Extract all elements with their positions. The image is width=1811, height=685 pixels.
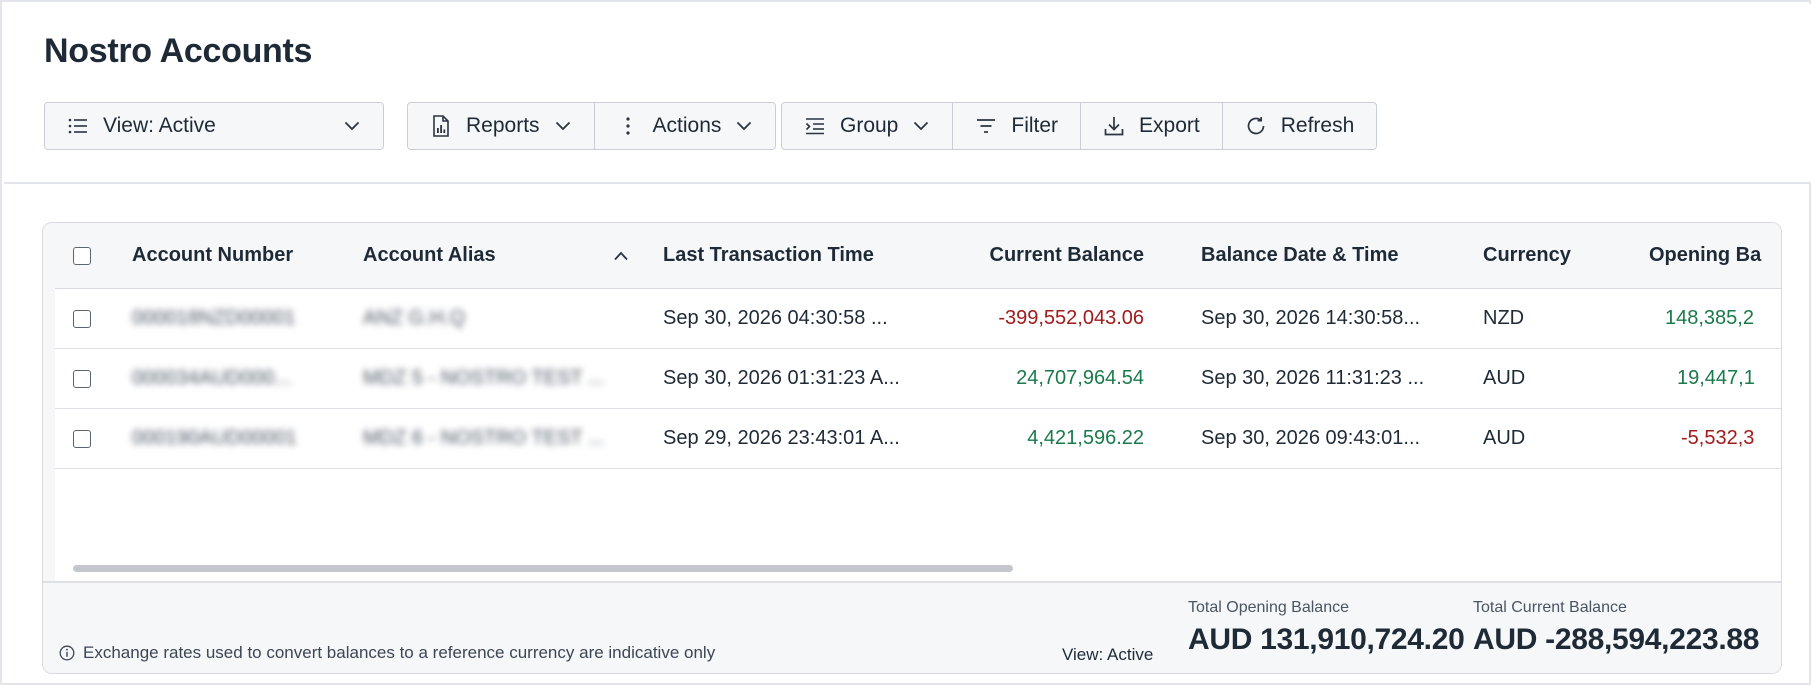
group-icon (804, 115, 826, 137)
total-current-balance: Total Current Balance AUD -288,594,223.8… (1473, 599, 1759, 657)
group-button[interactable]: Group (782, 103, 954, 149)
currency-cell: AUD (1483, 367, 1526, 389)
total-current-balance-label: Total Current Balance (1473, 599, 1627, 616)
row-checkbox[interactable] (73, 429, 91, 448)
opening-balance-cell: 19,447,1 (1677, 367, 1755, 389)
account-number-cell: 000018NZD00001 (132, 307, 296, 329)
total-opening-balance-label: Total Opening Balance (1188, 599, 1349, 616)
last-transaction-time-cell: Sep 29, 2026 23:43:01 A... (663, 427, 900, 449)
export-button[interactable]: Export (1081, 103, 1223, 149)
table-tools-group: Group Filter Export Refresh (781, 102, 1378, 150)
refresh-icon (1245, 115, 1267, 137)
more-vertical-icon (617, 115, 639, 137)
app-frame: Nostro Accounts View: Active Reports Act… (0, 0, 1811, 685)
row-checkbox-cell (73, 349, 97, 408)
view-select-group: View: Active (44, 102, 384, 150)
row-checkbox[interactable] (73, 309, 91, 328)
accounts-table: Account Number Account Alias Last Transa… (55, 223, 1781, 581)
actions-label: Actions (652, 114, 722, 137)
account-alias-cell: MDZ 6 - NOSTRO TEST ... (363, 427, 603, 449)
header-account-alias[interactable]: Account Alias (363, 223, 573, 288)
download-icon (1103, 115, 1125, 137)
account-alias-cell: ANZ G.H.Q (363, 307, 466, 329)
refresh-label: Refresh (1280, 114, 1355, 137)
report-icon (430, 115, 452, 137)
header-last-transaction-time[interactable]: Last Transaction Time (663, 223, 903, 288)
sort-ascending-icon[interactable] (613, 223, 635, 288)
table-row[interactable]: 000018NZD00001 ANZ G.H.Q Sep 30, 2026 04… (55, 289, 1781, 349)
row-checkbox-cell (73, 289, 97, 348)
total-opening-balance: Total Opening Balance AUD 131,910,724.20 (1188, 599, 1465, 657)
header-account-number[interactable]: Account Number (132, 223, 352, 288)
balance-datetime-cell: Sep 30, 2026 14:30:58... (1201, 307, 1421, 329)
list-icon (67, 115, 89, 137)
export-label: Export (1139, 114, 1200, 137)
total-opening-balance-value: AUD 131,910,724.20 (1188, 623, 1465, 656)
header-opening-balance[interactable]: Opening Ba (1649, 223, 1781, 288)
horizontal-scrollbar[interactable] (73, 565, 1013, 572)
table-row[interactable]: 000190AUD00001 MDZ 6 - NOSTRO TEST ... S… (55, 409, 1781, 469)
table-header-row: Account Number Account Alias Last Transa… (55, 223, 1781, 289)
currency-cell: NZD (1483, 307, 1525, 329)
chevron-down-icon (912, 117, 930, 135)
reports-actions-group: Reports Actions (407, 102, 777, 150)
balance-datetime-cell: Sep 30, 2026 11:31:23 ... (1201, 367, 1425, 389)
view-select[interactable]: View: Active (45, 103, 383, 149)
view-select-label: View: Active (103, 114, 216, 137)
filter-button[interactable]: Filter (953, 103, 1082, 149)
last-transaction-time-cell: Sep 30, 2026 04:30:58 ... (663, 307, 888, 329)
account-number-cell: 000034AUD000... (132, 367, 292, 389)
header-current-balance[interactable]: Current Balance (915, 223, 1145, 288)
actions-button[interactable]: Actions (594, 103, 776, 149)
total-current-balance-value: AUD -288,594,223.88 (1473, 623, 1760, 656)
page-header: Nostro Accounts View: Active Reports Act… (4, 4, 1811, 184)
table-footer: Exchange rates used to convert balances … (43, 581, 1781, 673)
refresh-button[interactable]: Refresh (1222, 103, 1377, 149)
reports-label: Reports (466, 114, 540, 137)
filter-label: Filter (1011, 114, 1059, 137)
account-number-cell: 000190AUD00001 (132, 427, 297, 449)
chevron-down-icon (554, 117, 572, 135)
page-title: Nostro Accounts (44, 32, 313, 70)
footer-view-label: View: Active (1062, 645, 1154, 664)
reports-button[interactable]: Reports (408, 103, 595, 149)
select-all-checkbox[interactable] (73, 246, 91, 265)
exchange-rate-note-text: Exchange rates used to convert balances … (83, 643, 716, 662)
table-row[interactable]: 000034AUD000... MDZ 5 - NOSTRO TEST ... … (55, 349, 1781, 409)
opening-balance-cell: 148,385,2 (1665, 307, 1754, 329)
current-balance-cell: -399,552,043.06 (998, 307, 1144, 329)
current-balance-cell: 24,707,964.54 (1016, 367, 1144, 389)
group-label: Group (840, 114, 899, 137)
filter-icon (975, 115, 997, 137)
chevron-down-icon (735, 117, 753, 135)
last-transaction-time-cell: Sep 30, 2026 01:31:23 A... (663, 367, 900, 389)
balance-datetime-cell: Sep 30, 2026 09:43:01... (1201, 427, 1421, 449)
opening-balance-cell: -5,532,3 (1681, 427, 1755, 449)
header-currency[interactable]: Currency (1483, 223, 1603, 288)
chevron-down-icon (343, 117, 361, 135)
currency-cell: AUD (1483, 427, 1526, 449)
current-balance-cell: 4,421,596.22 (1027, 427, 1144, 449)
select-all-cell (73, 223, 97, 288)
exchange-rate-note: Exchange rates used to convert balances … (59, 643, 715, 663)
account-alias-cell: MDZ 5 - NOSTRO TEST ... (363, 367, 603, 389)
accounts-panel: Account Number Account Alias Last Transa… (42, 222, 1782, 674)
row-checkbox-cell (73, 409, 97, 468)
row-checkbox[interactable] (73, 369, 91, 388)
header-balance-datetime[interactable]: Balance Date & Time (1201, 223, 1441, 288)
info-icon (59, 645, 75, 661)
